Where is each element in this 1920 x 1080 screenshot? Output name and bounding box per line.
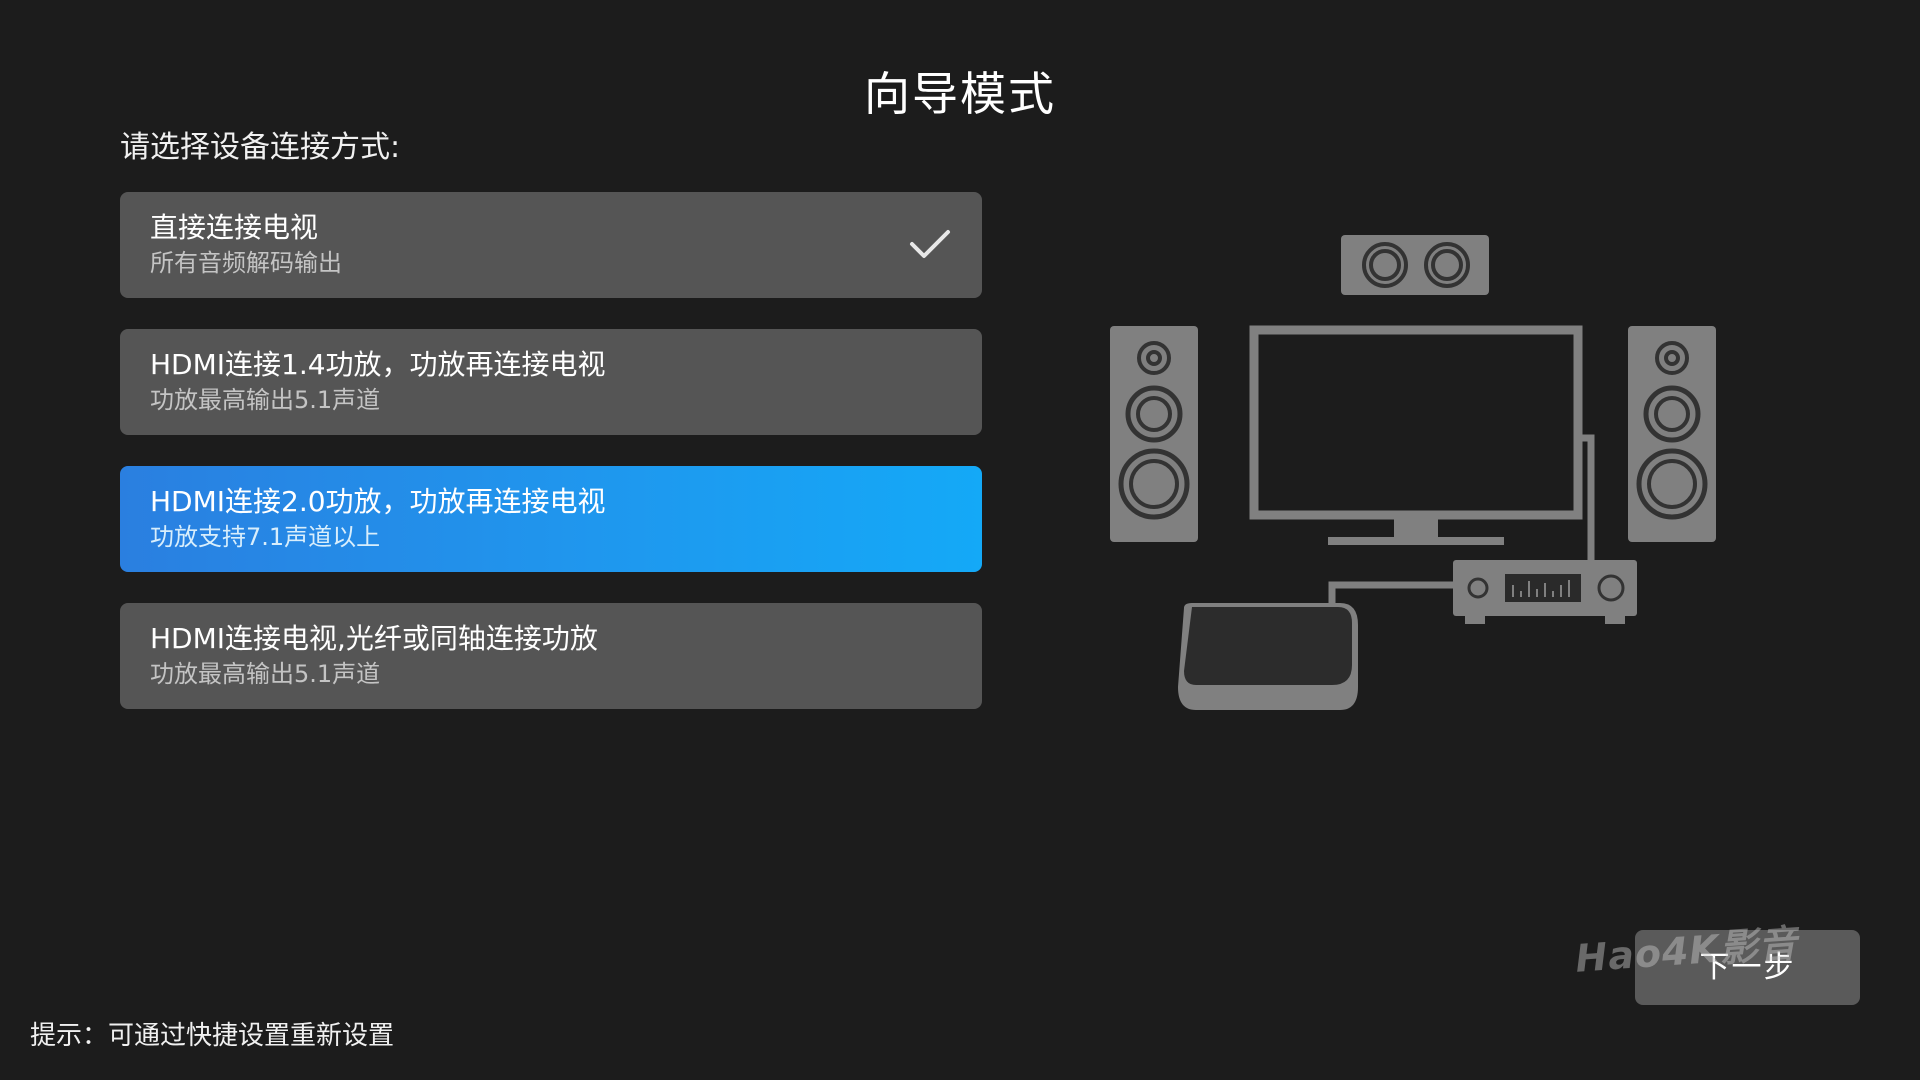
option-title: HDMI连接电视,光纤或同轴连接功放 [150, 622, 598, 655]
check-icon [910, 230, 950, 258]
option-hdmi20-amplifier[interactable]: HDMI连接2.0功放，功放再连接电视 功放支持7.1声道以上 [120, 466, 982, 572]
tv-icon [1249, 325, 1583, 545]
option-title: HDMI连接1.4功放，功放再连接电视 [150, 348, 606, 381]
connection-options-list: 直接连接电视 所有音频解码输出 HDMI连接1.4功放，功放再连接电视 功放最高… [120, 192, 982, 740]
center-speaker-icon [1341, 235, 1489, 295]
option-title: HDMI连接2.0功放，功放再连接电视 [150, 485, 606, 518]
av-receiver-icon [1453, 560, 1637, 624]
option-direct-tv[interactable]: 直接连接电视 所有音频解码输出 [120, 192, 982, 298]
left-speaker-icon [1110, 326, 1198, 542]
option-subtitle: 功放最高输出5.1声道 [150, 386, 381, 414]
option-subtitle: 功放最高输出5.1声道 [150, 660, 381, 688]
home-theater-illustration [1110, 235, 1716, 710]
option-hdmi14-amplifier[interactable]: HDMI连接1.4功放，功放再连接电视 功放最高输出5.1声道 [120, 329, 982, 435]
option-title: 直接连接电视 [150, 211, 319, 244]
setup-wizard-screen: 向导模式 请选择设备连接方式: 直接连接电视 所有音频解码输出 HDMI连接1.… [0, 0, 1920, 1080]
right-speaker-icon [1628, 326, 1716, 542]
page-title: 向导模式 [864, 67, 1056, 121]
option-subtitle: 所有音频解码输出 [150, 249, 342, 277]
option-subtitle: 功放支持7.1声道以上 [150, 523, 381, 551]
hint-text: 提示：可通过快捷设置重新设置 [30, 1021, 395, 1051]
option-hdmi-tv-optical-coax[interactable]: HDMI连接电视,光纤或同轴连接功放 功放最高输出5.1声道 [120, 603, 982, 709]
media-box-icon [1178, 603, 1358, 710]
connection-prompt: 请选择设备连接方式: [120, 130, 401, 165]
